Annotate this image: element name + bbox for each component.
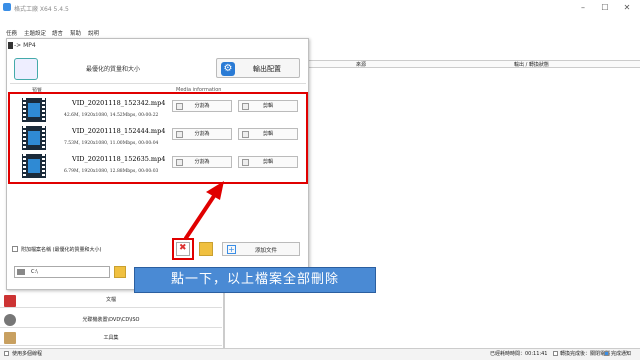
- after-convert-label: 轉換完成後：關閉電腦: [560, 351, 611, 357]
- window-title: 格式工廠 X64 5.4.5: [14, 6, 69, 13]
- file-list-highlight: [8, 92, 308, 184]
- app-logo-icon: [3, 3, 11, 11]
- output-format-icon: [14, 58, 38, 80]
- close-icon[interactable]: ✕: [616, 2, 638, 14]
- col-source: 來源: [356, 62, 367, 68]
- dialog-title: -> MP4: [14, 42, 36, 49]
- output-config-button[interactable]: ⚙ 輸出配置: [216, 58, 300, 78]
- multithread-checkbox[interactable]: [4, 351, 9, 356]
- menu-item-help[interactable]: 幫助: [70, 29, 81, 37]
- minimize-icon[interactable]: –: [572, 2, 594, 14]
- add-file-label: 添加文件: [255, 248, 278, 254]
- gear-icon: ⚙: [221, 62, 235, 76]
- menu-item-language[interactable]: 語言: [52, 29, 63, 37]
- shutdown-checkbox[interactable]: [553, 351, 558, 356]
- annotation-arrow: [184, 181, 224, 240]
- plus-icon: +: [227, 245, 236, 254]
- add-name-checkbox[interactable]: [12, 246, 18, 252]
- output-folder-select[interactable]: C:\: [14, 266, 110, 278]
- drive-icon: [17, 269, 25, 275]
- quality-label: 最優化的質量和大小: [86, 66, 141, 73]
- browse-folder-button[interactable]: [114, 266, 126, 278]
- clear-list-icon: ✖: [179, 243, 187, 253]
- title-bar: [0, 0, 640, 16]
- category-disc[interactable]: 光碟機裝置\DVD\CD\ISO: [0, 312, 222, 328]
- menu-item-about[interactable]: 說明: [88, 29, 99, 37]
- maximize-icon[interactable]: ☐: [594, 2, 616, 14]
- col-output-status: 輸出 / 轉換狀態: [514, 62, 549, 68]
- notify-label: 完成通知: [611, 351, 632, 357]
- instruction-callout: 點一下，以上檔案全部刪除: [134, 267, 376, 293]
- video-file-icon: [8, 42, 13, 49]
- add-folder-button[interactable]: [199, 242, 213, 256]
- clear-all-button[interactable]: ✖: [176, 242, 190, 256]
- add-name-label: 附加檔案名稱 (最優化的質量和大小): [21, 247, 102, 253]
- category-document[interactable]: 文檔: [0, 292, 222, 308]
- add-file-button[interactable]: + 添加文件: [222, 242, 300, 256]
- menu-item-theme[interactable]: 主題設定: [24, 29, 46, 37]
- elapsed-time: 已經耗時時間：00:11:41: [490, 351, 548, 357]
- category-tools[interactable]: 工具集: [0, 330, 222, 346]
- multithread-label: 使用多個線程: [12, 351, 43, 357]
- menu-item-task[interactable]: 任務: [6, 29, 17, 37]
- output-config-label: 輸出配置: [253, 65, 281, 73]
- notify-checkbox[interactable]: [604, 351, 609, 356]
